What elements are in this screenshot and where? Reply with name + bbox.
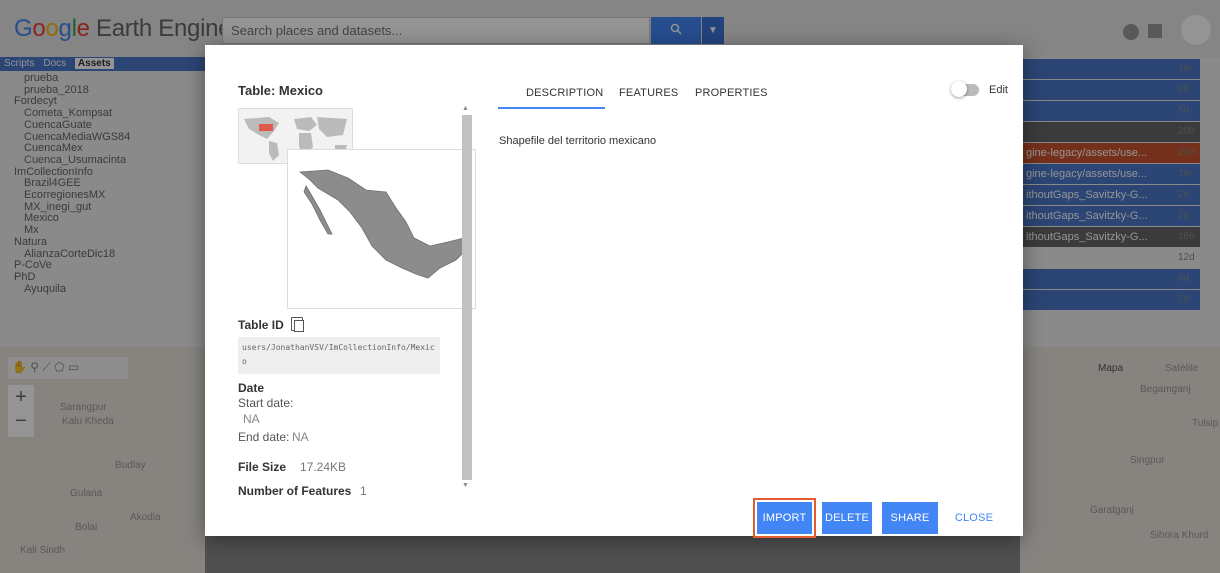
tab-properties[interactable]: PROPERTIES	[695, 87, 768, 99]
copy-icon[interactable]	[291, 317, 304, 332]
tab-description[interactable]: DESCRIPTION	[526, 87, 603, 99]
end-date-value: NA	[292, 430, 309, 444]
delete-button[interactable]: DELETE	[822, 502, 872, 534]
end-date-label: End date:	[238, 430, 290, 444]
edit-label: Edit	[989, 84, 1008, 96]
asset-details-dialog: Table: Mexico ▲ ▼ Table ID users/Jonatha…	[205, 45, 1023, 538]
table-id-label: Table ID	[238, 318, 284, 332]
share-button[interactable]: SHARE	[882, 502, 938, 534]
scrollbar-thumb[interactable]	[462, 115, 472, 480]
scroll-up-arrow-icon[interactable]: ▲	[462, 105, 469, 112]
file-size-value: 17.24KB	[300, 460, 347, 474]
close-button[interactable]: CLOSE	[950, 502, 998, 534]
description-text: Shapefile del territorio mexicano	[499, 135, 657, 147]
import-button[interactable]: IMPORT	[753, 498, 816, 538]
tab-features[interactable]: FEATURES	[619, 87, 678, 99]
file-size-label: File Size	[238, 460, 287, 474]
dialog-title: Table: Mexico	[238, 83, 324, 98]
num-features-value: 1	[360, 484, 367, 498]
table-preview-thumbnail	[287, 149, 476, 309]
edit-toggle[interactable]	[951, 81, 979, 97]
scroll-down-arrow-icon[interactable]: ▼	[462, 482, 469, 489]
start-date-label: Start date:	[238, 396, 294, 410]
start-date-value: NA	[243, 412, 260, 426]
num-features-label: Number of Features	[238, 484, 352, 498]
active-tab-indicator	[498, 107, 605, 109]
table-id-value[interactable]: users/JonathanVSV/ImCollectionInfo/Mexic…	[238, 337, 440, 374]
date-label: Date	[238, 381, 265, 395]
